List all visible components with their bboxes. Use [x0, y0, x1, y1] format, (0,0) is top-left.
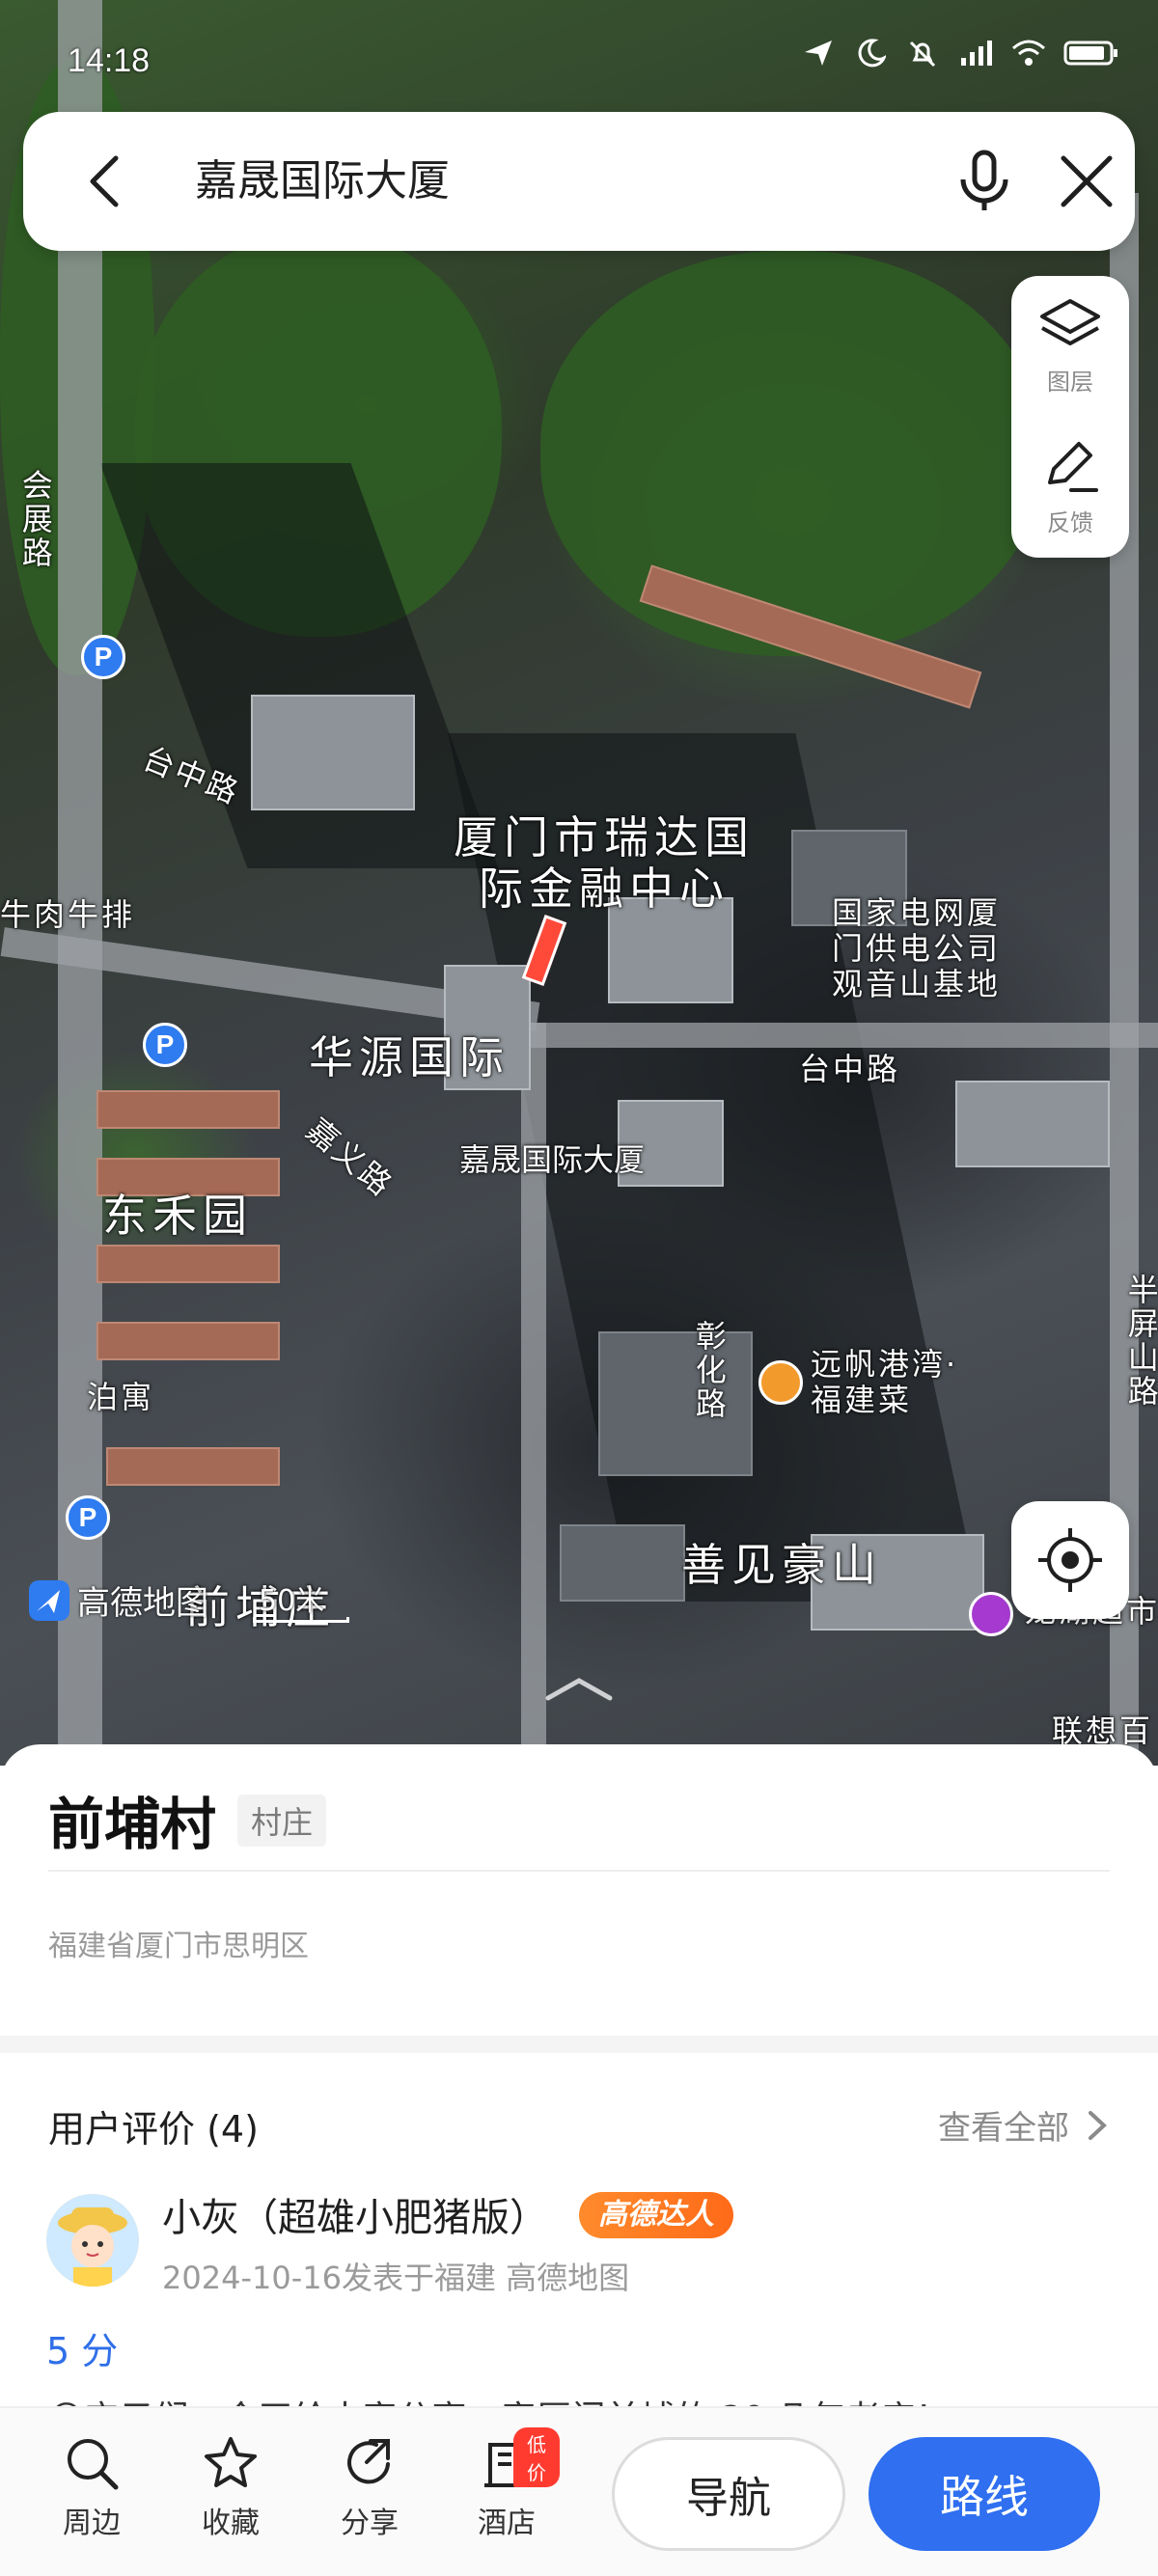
map-label-road: 会展路: [16, 469, 54, 570]
map-label-grid: 国家电网厦门供电公司观音山基地: [832, 895, 1025, 1001]
map-label-road: 嘉义路: [299, 1110, 401, 1205]
star-icon: [205, 2437, 257, 2487]
road: [502, 1023, 1158, 1048]
building: [560, 1524, 685, 1602]
amap-logo: 高德地图: [27, 1576, 208, 1624]
chevron-right-icon[interactable]: [1085, 2109, 1110, 2142]
hotel-button[interactable]: 低价 酒店: [454, 2427, 560, 2541]
hotel-label: 酒店: [478, 2507, 536, 2540]
moon-icon: [855, 39, 890, 68]
status-time: 14:18: [68, 42, 151, 79]
back-icon[interactable]: [77, 151, 139, 212]
parking-marker[interactable]: P: [143, 1023, 187, 1067]
search-icon: [68, 2439, 119, 2490]
map-label-grid-text: 国家电网厦门供电公司观音山基地: [832, 894, 1002, 1002]
supermarket-marker[interactable]: [969, 1592, 1013, 1636]
place-category-tag: 村庄: [237, 1795, 327, 1847]
restaurant-marker[interactable]: [758, 1360, 803, 1405]
building: [251, 695, 415, 810]
search-input[interactable]: 嘉晟国际大厦: [195, 151, 450, 212]
share-button[interactable]: 分享: [317, 2435, 423, 2541]
map-scale-bar: [253, 1617, 349, 1623]
navigate-button[interactable]: 导航: [612, 2437, 845, 2551]
expert-badge: 高德达人: [579, 2192, 733, 2238]
map-label-jiasheng: 嘉晟国际大厦: [459, 1141, 646, 1178]
favorite-button[interactable]: 收藏: [178, 2435, 284, 2541]
road: [521, 1023, 546, 1766]
nearby-label: 周边: [63, 2507, 121, 2540]
amap-logo-text: 高德地图: [77, 1584, 208, 1623]
map-label-road: 半屏山路: [1122, 1274, 1158, 1409]
layers-label: 图层: [1047, 369, 1093, 396]
map-label-yuanfan: 远帆港湾·福建菜: [811, 1347, 984, 1418]
parking-marker[interactable]: P: [66, 1495, 110, 1540]
amap-logo-icon: [29, 1579, 69, 1621]
map-label-poi: 泊寓: [87, 1379, 155, 1415]
map-label-donghe: 东禾园: [102, 1190, 253, 1242]
locate-button[interactable]: [1011, 1501, 1129, 1619]
building: [96, 1245, 280, 1283]
location-status-icon: [803, 39, 838, 68]
avatar[interactable]: [46, 2194, 139, 2287]
section-separator: [0, 2036, 1158, 2053]
low-price-badge: 低价: [513, 2427, 560, 2487]
feedback-icon: [1048, 442, 1098, 492]
share-icon: [347, 2439, 390, 2484]
favorite-label: 收藏: [202, 2507, 260, 2540]
map-label-huayuan: 华源国际: [309, 1031, 510, 1083]
map-label-ruida: 厦门市瑞达国际金融中心: [440, 812, 768, 915]
map-label-road: 彰化路: [690, 1320, 728, 1421]
layers-button[interactable]: 图层: [1011, 280, 1129, 415]
forest-area: [540, 251, 1042, 656]
review-meta: 2024-10-16发表于福建 高德地图: [162, 2260, 630, 2296]
place-address: 福建省厦门市思明区: [48, 1930, 309, 1963]
parking-marker[interactable]: P: [81, 635, 125, 679]
map-scale-label: 50米: [259, 1584, 325, 1618]
locate-icon: [1038, 1528, 1102, 1592]
status-icons: [803, 39, 1119, 68]
layers-icon: [1040, 299, 1100, 345]
map-tools-panel: 图层 反馈: [1011, 276, 1129, 558]
map-label-shanjian: 善见豪山: [681, 1539, 882, 1591]
reviewer-name[interactable]: 小灰（超雄小肥猪版）: [162, 2186, 548, 2242]
sheet-drag-handle[interactable]: [540, 1675, 618, 1704]
map-label-ruida-text: 厦门市瑞达国际金融中心: [454, 811, 755, 915]
close-icon[interactable]: [1054, 149, 1119, 214]
map-label-yuanfan-text: 远帆港湾·福建菜: [811, 1346, 959, 1418]
divider: [48, 1870, 1110, 1872]
feedback-label: 反馈: [1047, 509, 1093, 536]
reviews-title: 用户评价 (4): [48, 2108, 259, 2151]
feedback-button[interactable]: 反馈: [1011, 421, 1129, 556]
place-title: 前埔村: [48, 1792, 217, 1857]
building: [96, 1322, 280, 1360]
nearby-button[interactable]: 周边: [39, 2435, 145, 2541]
building: [955, 1081, 1110, 1167]
view-all-reviews-link[interactable]: 查看全部: [938, 2101, 1069, 2149]
map-label-poi: 牛肉牛排: [0, 896, 136, 933]
bottom-action-bar: 周边 收藏 分享 低价 酒店 导航 路线: [0, 2406, 1158, 2576]
review-score: 5 分: [46, 2330, 119, 2372]
route-button[interactable]: 路线: [868, 2437, 1100, 2551]
share-label: 分享: [341, 2507, 399, 2540]
signal-icon: [959, 39, 994, 68]
search-bar[interactable]: 嘉晟国际大厦: [23, 112, 1135, 251]
building: [96, 1090, 280, 1129]
mic-icon[interactable]: [950, 147, 1019, 216]
battery-icon: [1063, 39, 1119, 68]
map-view[interactable]: 会展路 台中路 牛肉牛排 厦门市瑞达国际金融中心 国家电网厦门供电公司观音山基地…: [0, 0, 1158, 1766]
map-label-road: 台中路: [799, 1051, 901, 1087]
mute-icon: [907, 39, 942, 68]
building: [598, 1331, 753, 1476]
wifi-icon: [1011, 39, 1046, 68]
building: [106, 1447, 280, 1486]
